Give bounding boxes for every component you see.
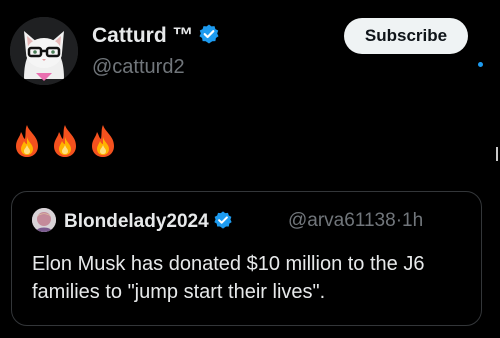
quoted-author-name-row[interactable]: Blondelady2024 [64,210,233,236]
subscribe-button[interactable]: Subscribe [344,18,468,54]
notification-dot [478,62,483,67]
author-handle[interactable]: @catturd2 [92,55,185,79]
fire-emoji-icon [54,125,76,157]
quoted-tweet-text: Elon Musk has donated $10 million to the… [32,253,425,303]
quoted-tweet-meta: @arva61138·1h [288,210,423,232]
scroll-edge-marker [496,147,498,161]
author-display-name[interactable]: Catturd ™ [92,24,194,47]
author-name-row[interactable]: Catturd ™ [92,23,220,52]
quoted-author-display-name[interactable]: Blondelady2024 [64,211,209,232]
fire-emoji-icon [92,125,114,157]
verified-badge-icon [198,23,220,52]
quoted-author-avatar[interactable] [32,208,56,232]
quoted-author-handle[interactable]: @arva61138 [288,210,396,231]
fire-emoji-icon [16,125,38,157]
quoted-tweet-card[interactable]: Blondelady2024 @arva61138·1h Elon Musk h… [11,191,482,326]
verified-badge-icon [213,210,233,236]
tweet-body [12,124,118,158]
avatar[interactable] [10,17,78,85]
quoted-tweet-timestamp[interactable]: 1h [402,210,423,231]
quoted-author-avatar-image [32,208,56,232]
cat-with-glasses-avatar-image [10,17,78,85]
